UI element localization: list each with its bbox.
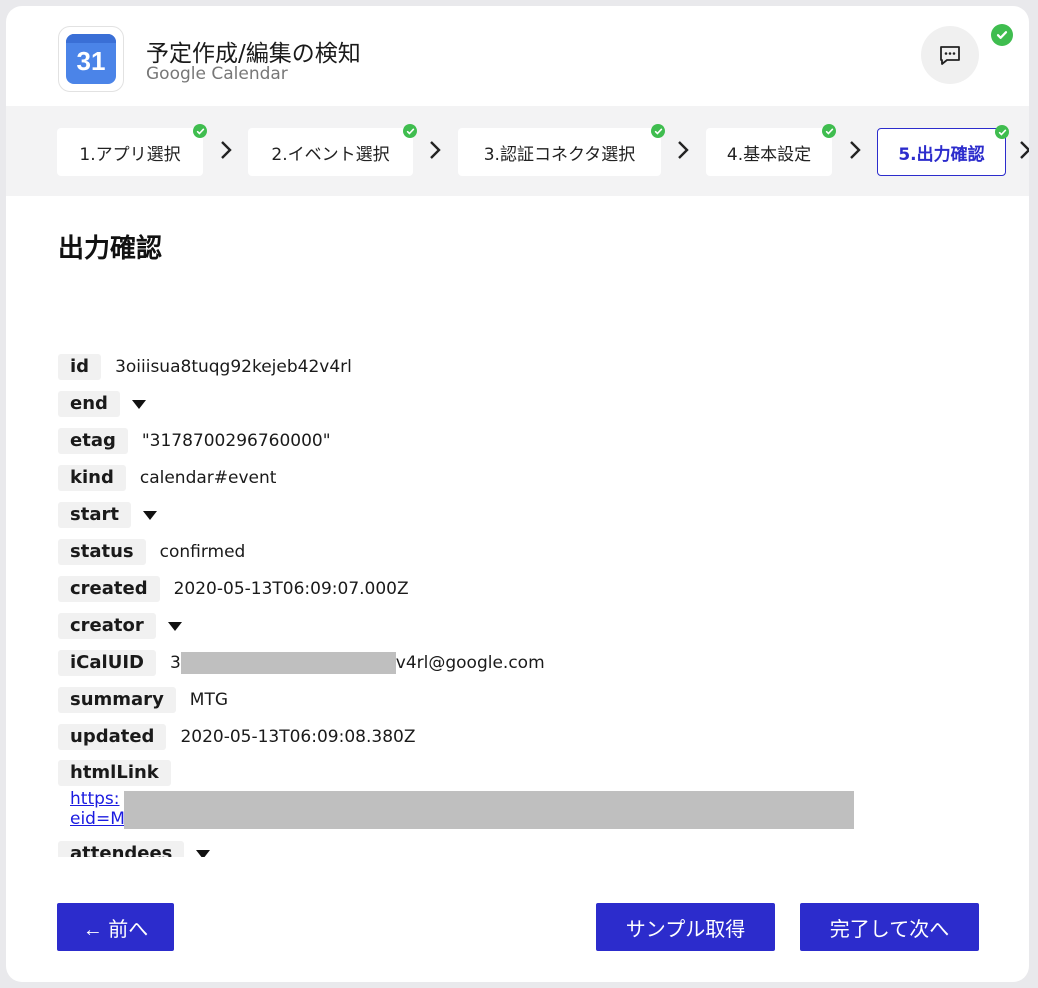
- app-name: Google Calendar: [146, 64, 288, 84]
- html-link-line-1[interactable]: https:: [70, 789, 119, 809]
- field-key: iCalUID: [58, 650, 156, 676]
- field-key: end: [58, 391, 120, 417]
- field-value: 2020-05-13T06:09:08.380Z: [180, 727, 416, 747]
- expand-caret-icon[interactable]: [142, 510, 157, 520]
- value-prefix: 3: [169, 653, 181, 673]
- field-value: MTG: [189, 690, 229, 710]
- page-title: 予定作成/編集の検知: [146, 41, 361, 67]
- field-key: kind: [58, 465, 126, 491]
- chevron-right-icon: [1020, 141, 1029, 159]
- field-row-summary: summary MTG: [58, 687, 228, 713]
- step-3-connector-select[interactable]: 3.認証コネクタ選択: [458, 124, 665, 176]
- value-suffix: v4rl@google.com: [395, 653, 545, 673]
- html-link-line-2[interactable]: eid=M: [70, 809, 125, 829]
- step-done-check-icon: [403, 124, 417, 138]
- field-row-id: id 3oiiisua8tuqg92kejeb42v4rl: [58, 354, 352, 380]
- step-label: 1.アプリ選択: [79, 144, 181, 165]
- field-key: etag: [58, 428, 128, 454]
- chevron-right-icon: [678, 141, 689, 159]
- redacted-block: [180, 652, 396, 674]
- step-2-event-select[interactable]: 2.イベント選択: [248, 124, 417, 176]
- field-row-start[interactable]: start: [58, 502, 157, 528]
- step-label: 4.基本設定: [726, 144, 812, 165]
- step-label: 2.イベント選択: [271, 144, 390, 165]
- field-key: htmlLink: [58, 760, 171, 786]
- complete-next-button[interactable]: 完了して次へ: [800, 903, 979, 951]
- step-4-basic-settings[interactable]: 4.基本設定: [706, 124, 836, 176]
- field-value: 2020-05-13T06:09:07.000Z: [173, 579, 409, 599]
- field-key: creator: [58, 613, 156, 639]
- expand-caret-icon[interactable]: [131, 399, 146, 409]
- field-value: confirmed: [159, 542, 246, 562]
- step-5-output-check[interactable]: 5.出力確認: [877, 125, 1009, 176]
- back-button[interactable]: ← 前へ: [57, 903, 174, 951]
- field-value: 3 v4rl@google.com: [170, 652, 545, 674]
- field-row-attendees[interactable]: attendees: [58, 839, 258, 857]
- expand-caret-icon[interactable]: [167, 621, 182, 631]
- html-link-value[interactable]: https: eid=M: [70, 789, 125, 829]
- field-key: summary: [58, 687, 176, 713]
- step-navigation: 1.アプリ選択 2.イベント選択 3.認証コネクタ選択 4.基本設定 5.出力確…: [6, 106, 1029, 196]
- field-row-updated: updated 2020-05-13T06:09:08.380Z: [58, 724, 415, 750]
- step-done-check-icon: [822, 124, 836, 138]
- field-key: created: [58, 576, 160, 602]
- field-key: attendees: [58, 841, 185, 857]
- field-row-creator[interactable]: creator: [58, 613, 182, 639]
- field-value: "3178700296760000": [141, 431, 331, 451]
- chevron-right-icon: [430, 141, 441, 159]
- step-done-check-icon: [193, 124, 207, 138]
- field-row-status: status confirmed: [58, 539, 245, 565]
- status-check-icon: [991, 24, 1013, 46]
- chat-icon: [940, 46, 960, 65]
- step-done-check-icon: [995, 125, 1009, 139]
- get-sample-button[interactable]: サンプル取得: [596, 903, 775, 951]
- redacted-block: [124, 791, 854, 829]
- field-row-kind: kind calendar#event: [58, 465, 276, 491]
- step-label: 5.出力確認: [898, 144, 985, 165]
- field-key: updated: [58, 724, 167, 750]
- step-1-app-select[interactable]: 1.アプリ選択: [57, 124, 207, 176]
- dialog-card: 31 予定作成/編集の検知 Google Calendar 1.アプリ選択 2.…: [6, 6, 1029, 982]
- field-row-end[interactable]: end: [58, 391, 146, 417]
- field-row-htmllink: htmlLink: [58, 760, 171, 786]
- chevron-right-icon: [221, 141, 232, 159]
- field-row-icaluid: iCalUID 3 v4rl@google.com: [58, 650, 545, 676]
- expand-caret-icon[interactable]: [196, 849, 211, 857]
- chevron-right-icon: [850, 141, 861, 159]
- google-calendar-app-icon: 31: [58, 26, 124, 92]
- field-key: start: [58, 502, 131, 528]
- calendar-icon: 31: [66, 34, 116, 84]
- section-title: 出力確認: [58, 234, 163, 264]
- field-row-etag: etag "3178700296760000": [58, 428, 331, 454]
- chat-button[interactable]: [921, 26, 979, 84]
- field-key: status: [58, 539, 146, 565]
- field-key: id: [58, 354, 102, 380]
- field-row-created: created 2020-05-13T06:09:07.000Z: [58, 576, 409, 602]
- field-value: 3oiiisua8tuqg92kejeb42v4rl: [115, 357, 352, 377]
- step-label: 3.認証コネクタ選択: [483, 144, 636, 165]
- field-value: calendar#event: [139, 468, 277, 488]
- step-done-check-icon: [651, 124, 665, 138]
- calendar-icon-date: 31: [76, 46, 106, 76]
